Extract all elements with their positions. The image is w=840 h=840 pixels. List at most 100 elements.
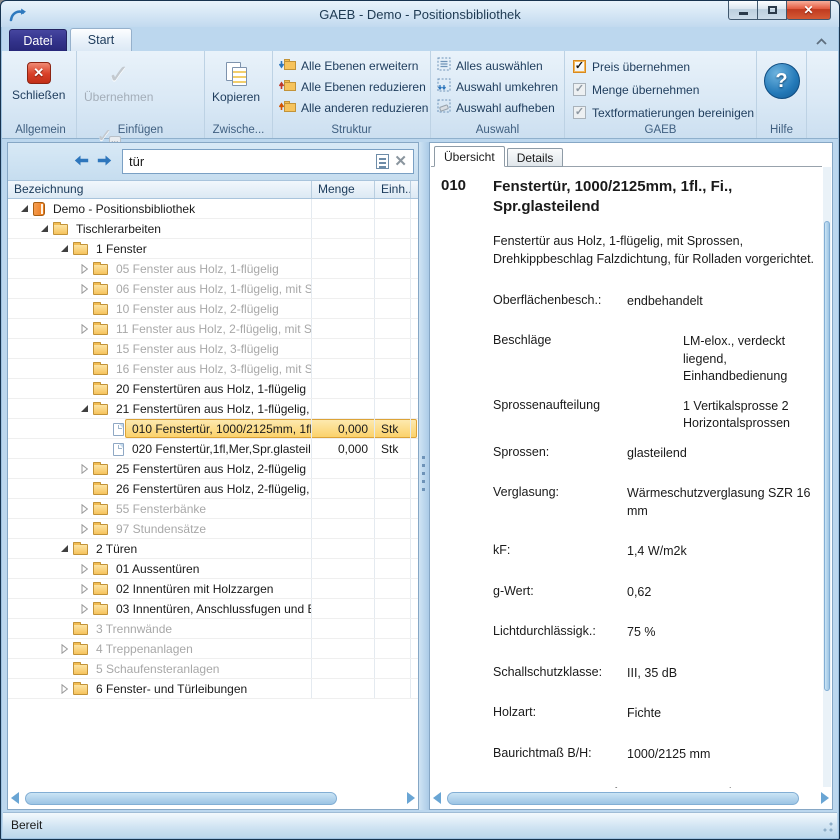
- expander-icon[interactable]: [78, 604, 91, 614]
- menge-uebernehmen-checkbox-row[interactable]: ✓ Menge übernehmen: [565, 78, 756, 101]
- tree-item[interactable]: 6 Fenster- und Türleibungen: [8, 679, 418, 699]
- auswahl-umkehren-button[interactable]: Auswahl umkehren: [431, 76, 564, 97]
- textformatierungen-checkbox-row[interactable]: ✓ Textformatierungen bereinigen: [565, 101, 756, 124]
- tree-item[interactable]: 25 Fenstertüren aus Holz, 2-flügelig: [8, 459, 418, 479]
- tree-item[interactable]: Tischlerarbeiten: [8, 219, 418, 239]
- tree-item-label: 03 Innentüren, Anschlussfugen und Ei...: [113, 602, 311, 616]
- tree-item[interactable]: 11 Fenster aus Holz, 2-flügelig, mit Spr…: [8, 319, 418, 339]
- tree-item-label: 25 Fenstertüren aus Holz, 2-flügelig: [113, 462, 309, 476]
- uebernehmen-button[interactable]: ✓ Übernehmen: [77, 55, 160, 119]
- scrollbar-thumb[interactable]: [25, 792, 337, 805]
- tree-item[interactable]: 55 Fensterbänke: [8, 499, 418, 519]
- tree-item[interactable]: 05 Fenster aus Holz, 1-flügelig: [8, 259, 418, 279]
- clear-search-icon[interactable]: ✕: [394, 154, 407, 169]
- tree-item[interactable]: 06 Fenster aus Holz, 1-flügelig, mit Spr…: [8, 279, 418, 299]
- minimize-button[interactable]: [728, 1, 758, 20]
- expander-icon[interactable]: [78, 404, 91, 413]
- maximize-button[interactable]: [757, 1, 787, 20]
- expander-icon[interactable]: [58, 644, 71, 654]
- column-header-preis[interactable]: Pr: [410, 181, 418, 198]
- expander-icon[interactable]: [78, 504, 91, 514]
- panel-splitter[interactable]: [419, 142, 429, 810]
- scroll-right-icon[interactable]: [407, 792, 415, 804]
- expander-icon[interactable]: [58, 244, 71, 253]
- expander-icon[interactable]: [78, 564, 91, 574]
- search-input[interactable]: [123, 154, 376, 169]
- detail-vertical-scrollbar[interactable]: [823, 167, 831, 787]
- tab-start[interactable]: Start: [70, 28, 132, 51]
- scrollbar-thumb[interactable]: [447, 792, 799, 805]
- column-header-bezeichnung[interactable]: Bezeichnung: [8, 181, 311, 198]
- tree-item[interactable]: 03 Innentüren, Anschlussfugen und Ei...: [8, 599, 418, 619]
- expander-icon[interactable]: [78, 524, 91, 534]
- schliessen-button[interactable]: ✕ Schließen: [5, 55, 72, 119]
- checkbox-checked-icon[interactable]: ✓: [573, 60, 586, 73]
- tree-item-preis-cell: [410, 339, 418, 358]
- detail-content: 010 Fenstertür, 1000/2125mm, 1fl., Fi., …: [431, 166, 822, 788]
- scroll-left-icon[interactable]: [433, 792, 441, 804]
- close-button[interactable]: ✕: [786, 1, 831, 20]
- property-row: Oberflächenbesch.:endbehandelt: [493, 293, 822, 311]
- detail-horizontal-scrollbar[interactable]: [433, 789, 829, 807]
- tree-item[interactable]: 10 Fenster aus Holz, 2-flügelig: [8, 299, 418, 319]
- tree-item[interactable]: 26 Fenstertüren aus Holz, 2-flügelig, mi…: [8, 479, 418, 499]
- resize-grip-icon[interactable]: [821, 821, 834, 834]
- tree-item[interactable]: 21 Fenstertüren aus Holz, 1-flügelig, mi…: [8, 399, 418, 419]
- tree-rows: Demo - PositionsbibliothekTischlerarbeit…: [8, 199, 418, 699]
- checkbox-checked-disabled-icon[interactable]: ✓: [573, 83, 586, 96]
- tree-item[interactable]: 97 Stundensätze: [8, 519, 418, 539]
- tree-item[interactable]: 01 Aussentüren: [8, 559, 418, 579]
- tree-item[interactable]: 2 Türen: [8, 539, 418, 559]
- ribbon-group-struktur: Alle Ebenen erweitern Alle Ebenen reduzi…: [273, 51, 431, 138]
- tree-item[interactable]: 3 Trennwände: [8, 619, 418, 639]
- collapse-ribbon-chevron-icon[interactable]: [815, 33, 829, 43]
- expander-icon[interactable]: [78, 324, 91, 334]
- checkbox-checked-disabled-icon[interactable]: ✓: [573, 106, 586, 119]
- expander-icon[interactable]: [58, 544, 71, 553]
- expander-icon[interactable]: [18, 204, 31, 213]
- kopieren-button[interactable]: Kopieren: [205, 55, 267, 119]
- search-back-icon[interactable]: [74, 153, 89, 171]
- tree-horizontal-scrollbar[interactable]: [11, 789, 415, 807]
- tree-item-menge-cell: 0,000: [311, 419, 374, 438]
- doc-icon: [113, 443, 124, 456]
- scroll-right-icon[interactable]: [821, 792, 829, 804]
- expander-icon[interactable]: [78, 284, 91, 294]
- tree-item[interactable]: 20 Fenstertüren aus Holz, 1-flügelig: [8, 379, 418, 399]
- tree-item[interactable]: 4 Treppenanlagen: [8, 639, 418, 659]
- tab-details[interactable]: Details: [507, 148, 564, 167]
- alle-ebenen-erweitern-button[interactable]: Alle Ebenen erweitern: [273, 55, 430, 76]
- column-header-menge[interactable]: Menge: [311, 181, 374, 198]
- help-icon[interactable]: ?: [764, 63, 800, 99]
- folder-icon: [73, 244, 88, 255]
- search-forward-icon[interactable]: [97, 153, 112, 171]
- auswahl-aufheben-button[interactable]: Auswahl aufheben: [431, 97, 564, 118]
- expander-icon[interactable]: [78, 584, 91, 594]
- expander-icon[interactable]: [78, 264, 91, 274]
- tree-item[interactable]: 1 Fenster: [8, 239, 418, 259]
- expander-icon[interactable]: [58, 684, 71, 694]
- scroll-left-icon[interactable]: [11, 792, 19, 804]
- tree-item[interactable]: 16 Fenster aus Holz, 3-flügelig, mit Spr…: [8, 359, 418, 379]
- preis-uebernehmen-checkbox-row[interactable]: ✓ Preis übernehmen: [565, 55, 756, 78]
- scrollbar-thumb[interactable]: [824, 221, 830, 691]
- tree-item[interactable]: 15 Fenster aus Holz, 3-flügelig: [8, 339, 418, 359]
- tree-item[interactable]: 02 Innentüren mit Holzzargen: [8, 579, 418, 599]
- tree-item[interactable]: Demo - Positionsbibliothek: [8, 199, 418, 219]
- column-header-einheit[interactable]: Einh...: [374, 181, 410, 198]
- alle-anderen-reduzieren-button[interactable]: Alle anderen reduzieren: [273, 97, 430, 118]
- tree-item[interactable]: 010 Fenstertür, 1000/2125mm, 1fl., F...0…: [8, 419, 418, 439]
- alles-auswaehlen-button[interactable]: Alles auswählen: [431, 55, 564, 76]
- tree-item[interactable]: 5 Schaufensteranlagen: [8, 659, 418, 679]
- folder-icon: [93, 524, 108, 535]
- alle-ebenen-reduzieren-button[interactable]: Alle Ebenen reduzieren: [273, 76, 430, 97]
- expander-icon[interactable]: [78, 464, 91, 474]
- tab-uebersicht[interactable]: Übersicht: [434, 146, 505, 167]
- search-options-icon[interactable]: [376, 154, 389, 169]
- expander-icon[interactable]: [38, 224, 51, 233]
- tab-datei[interactable]: Datei: [9, 29, 67, 51]
- tree-item-einheit-cell: [374, 279, 410, 298]
- tree-item-menge-cell: [311, 199, 374, 218]
- tree-item[interactable]: 020 Fenstertür,1fl,Mer,Spr.glasteil,8...…: [8, 439, 418, 459]
- property-row: Schallschutzklasse:III, 35 dB: [493, 665, 822, 683]
